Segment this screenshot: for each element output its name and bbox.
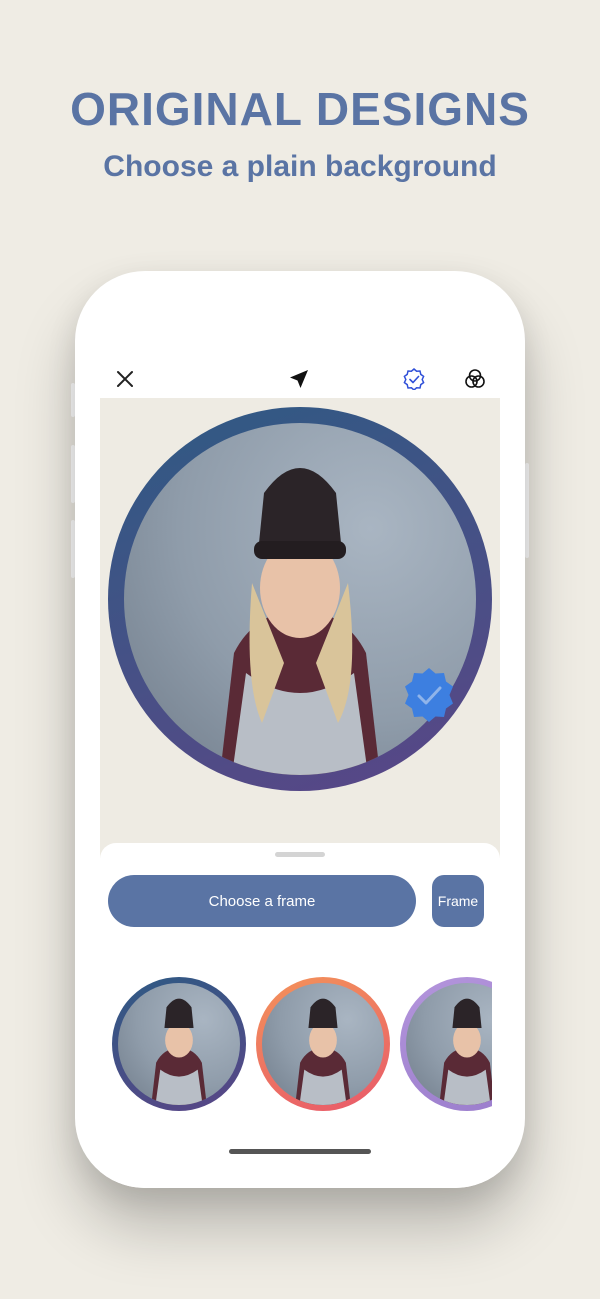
editor-canvas [100, 398, 500, 858]
close-icon[interactable] [111, 365, 139, 393]
frame-options-list [110, 975, 492, 1115]
phone-side-button [525, 463, 529, 558]
choose-frame-button[interactable]: Choose a frame [108, 875, 416, 927]
frame-option-photo [262, 983, 384, 1105]
verified-badge-icon[interactable] [400, 365, 428, 393]
send-icon[interactable] [285, 365, 313, 393]
frame-option-blue-purple[interactable] [112, 977, 246, 1111]
color-filter-icon[interactable] [461, 365, 489, 393]
editor-toolbar [75, 357, 525, 401]
frame-option-orange-red[interactable] [256, 977, 390, 1111]
promo-title: ORIGINAL DESIGNS [70, 83, 530, 135]
sheet-grabber[interactable] [275, 852, 325, 857]
frame-option-lavender[interactable] [400, 977, 492, 1111]
promo-subtitle: Choose a plain background [103, 150, 497, 183]
frame-tab-button[interactable]: Frame [432, 875, 484, 927]
phone-frame: Choose a frame Frame [75, 271, 525, 1188]
frame-option-photo [406, 983, 492, 1105]
verified-badge-icon [400, 666, 458, 724]
profile-frame [108, 407, 492, 791]
frame-bottom-sheet: Choose a frame Frame [100, 843, 500, 1188]
home-indicator [229, 1149, 371, 1154]
frame-option-photo [118, 983, 240, 1105]
